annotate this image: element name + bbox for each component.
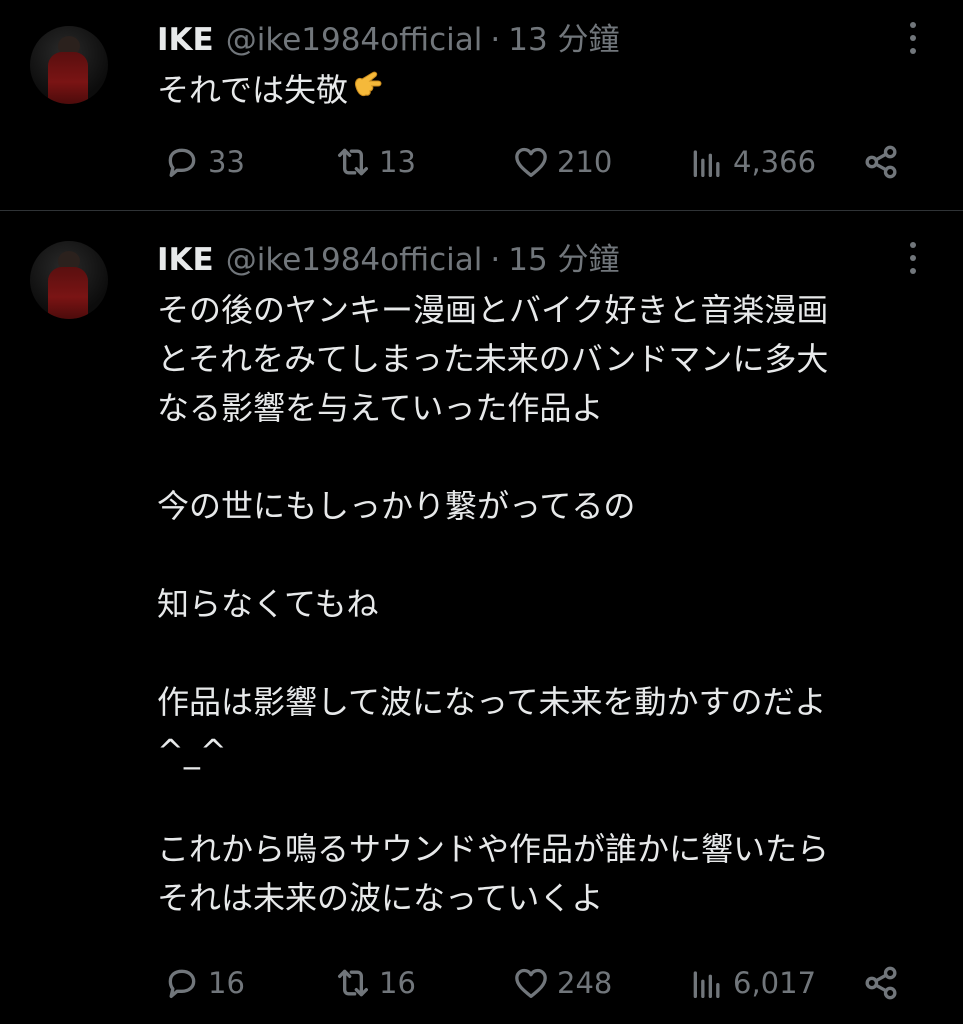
user-handle[interactable]: @ike1984official [226, 20, 483, 60]
avatar-body [48, 52, 88, 104]
tweet[interactable]: IKE @ike1984official · 15 分鐘 その後のヤンキー漫画と… [0, 211, 963, 1024]
display-name[interactable]: IKE [157, 20, 214, 60]
reply-icon [168, 969, 196, 998]
tweet-text-line: それでは失敬 [157, 66, 947, 115]
reply-icon [168, 148, 196, 177]
tweet-header: IKE @ike1984official · 13 分鐘 [157, 20, 620, 60]
reply-button[interactable]: 16 [162, 961, 245, 1005]
tweet-text: それでは失敬 [157, 66, 947, 115]
tweet-actions: 16 16 248 6,017 [157, 961, 907, 1005]
more-options-icon[interactable] [904, 20, 922, 56]
tweet-text-line: とそれをみてしまった未来のバンドマンに多大 [157, 340, 829, 378]
views-icon [693, 150, 720, 177]
like-count: 210 [557, 145, 613, 179]
like-button[interactable]: 210 [511, 140, 612, 184]
avatar[interactable] [30, 241, 108, 319]
views-count: 6,017 [733, 966, 817, 1000]
more-options-icon[interactable] [904, 240, 922, 276]
heart-icon [515, 147, 547, 177]
avatar[interactable] [30, 26, 108, 104]
tweet-text-line [157, 776, 947, 825]
heart-icon [515, 968, 547, 998]
separator-dot: · [490, 242, 501, 278]
avatar-body [48, 267, 88, 319]
tweet-text: その後のヤンキー漫画とバイク好きと音楽漫画 とそれをみてしまった未来のバンドマン… [157, 286, 947, 923]
tweet-text-line: これから鳴るサウンドや作品が誰かに響いたら [157, 830, 830, 868]
separator-dot: · [490, 22, 501, 58]
user-handle[interactable]: @ike1984official [226, 240, 483, 280]
tweet-text-line: 知らなくてもね [157, 585, 379, 623]
reply-button[interactable]: 33 [162, 140, 245, 184]
tweet-header: IKE @ike1984official · 15 分鐘 [157, 240, 620, 280]
tweet-text-line: ^_^ [157, 732, 227, 770]
retweet-button[interactable]: 13 [333, 140, 416, 184]
display-name[interactable]: IKE [157, 240, 214, 280]
views-button[interactable]: 6,017 [687, 961, 816, 1005]
like-count: 248 [557, 966, 613, 1000]
like-button[interactable]: 248 [511, 961, 612, 1005]
tweet[interactable]: IKE @ike1984official · 13 分鐘 それでは失敬 33 1… [0, 0, 963, 210]
share-button[interactable] [861, 140, 901, 184]
tweet-text-line [157, 531, 947, 580]
call-me-hand-emoji-icon [350, 67, 386, 117]
tweet-text-line: 作品は影響して波になって未来を動かすのだよ [157, 683, 827, 721]
tweet-text-line [157, 433, 947, 482]
tweet-actions: 33 13 210 4,366 [157, 140, 907, 184]
retweet-count: 16 [379, 966, 416, 1000]
reply-count: 33 [208, 145, 245, 179]
retweet-icon [338, 148, 368, 176]
retweet-count: 13 [379, 145, 416, 179]
retweet-icon [338, 969, 368, 997]
share-button[interactable] [861, 961, 901, 1005]
share-icon [865, 966, 897, 1000]
timestamp[interactable]: 15 分鐘 [508, 240, 619, 280]
views-icon [693, 971, 720, 998]
views-button[interactable]: 4,366 [687, 140, 816, 184]
tweet-text-line: それは未来の波になっていくよ [157, 879, 604, 917]
retweet-button[interactable]: 16 [333, 961, 416, 1005]
tweet-text-line: なる影響を与えていった作品よ [157, 389, 604, 427]
tweet-text-line: その後のヤンキー漫画とバイク好きと音楽漫画 [157, 291, 829, 329]
tweet-text-line: 今の世にもしっかり繋がってるの [157, 487, 636, 525]
reply-count: 16 [208, 966, 245, 1000]
share-icon [865, 145, 897, 179]
tweet-text-line [157, 629, 947, 678]
views-count: 4,366 [733, 145, 817, 179]
timestamp[interactable]: 13 分鐘 [508, 20, 619, 60]
tweet-text-content: それでは失敬 [157, 71, 349, 109]
